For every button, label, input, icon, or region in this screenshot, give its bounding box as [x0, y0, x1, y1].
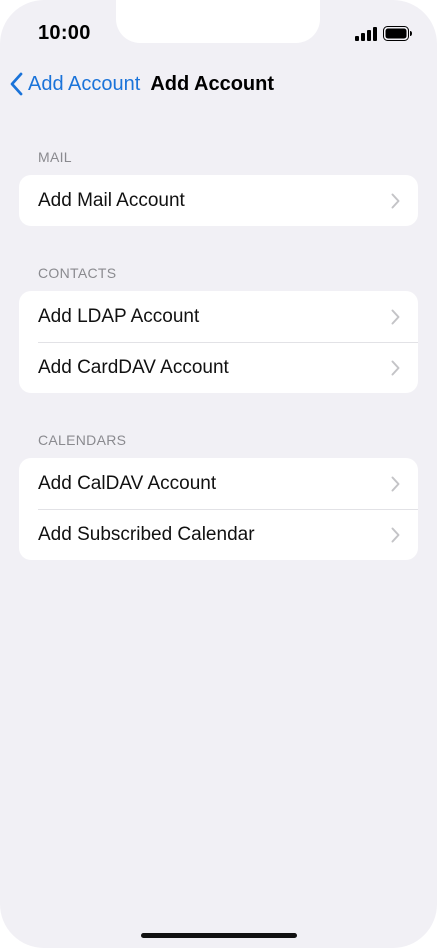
row-label: Add CalDAV Account: [38, 472, 217, 494]
add-mail-account-row[interactable]: Add Mail Account: [19, 175, 418, 226]
phone-screen: 10:00 Add Account Add Account MAIL Add M…: [0, 0, 437, 948]
section-header-calendars: CALENDARS: [38, 432, 127, 448]
row-label: Add CardDAV Account: [38, 356, 229, 378]
back-label: Add Account: [28, 72, 141, 95]
mail-group: Add Mail Account: [19, 175, 418, 226]
contacts-group: Add LDAP Account Add CardDAV Account: [19, 291, 418, 393]
chevron-right-icon: [391, 193, 400, 209]
add-ldap-account-row[interactable]: Add LDAP Account: [19, 291, 418, 342]
chevron-right-icon: [391, 360, 400, 376]
back-button[interactable]: Add Account: [10, 72, 140, 96]
row-label: Add Mail Account: [38, 189, 185, 211]
chevron-right-icon: [391, 309, 400, 325]
navigation-bar: Add Account Add Account: [10, 70, 274, 98]
home-indicator[interactable]: [141, 933, 297, 938]
status-icons: [355, 26, 413, 41]
row-label: Add LDAP Account: [38, 305, 200, 327]
chevron-left-icon: [10, 72, 23, 96]
row-label: Add Subscribed Calendar: [38, 523, 255, 545]
chevron-right-icon: [391, 527, 400, 543]
section-header-contacts: CONTACTS: [38, 265, 117, 281]
section-header-mail: MAIL: [38, 149, 72, 165]
add-subscribed-calendar-row[interactable]: Add Subscribed Calendar: [19, 509, 418, 560]
page-title: Add Account: [150, 72, 275, 95]
notch: [116, 0, 320, 43]
signal-icon: [355, 26, 377, 41]
add-carddav-account-row[interactable]: Add CardDAV Account: [19, 342, 418, 393]
calendars-group: Add CalDAV Account Add Subscribed Calend…: [19, 458, 418, 560]
status-time: 10:00: [38, 22, 91, 44]
add-caldav-account-row[interactable]: Add CalDAV Account: [19, 458, 418, 509]
chevron-right-icon: [391, 476, 400, 492]
battery-icon: [383, 26, 412, 41]
